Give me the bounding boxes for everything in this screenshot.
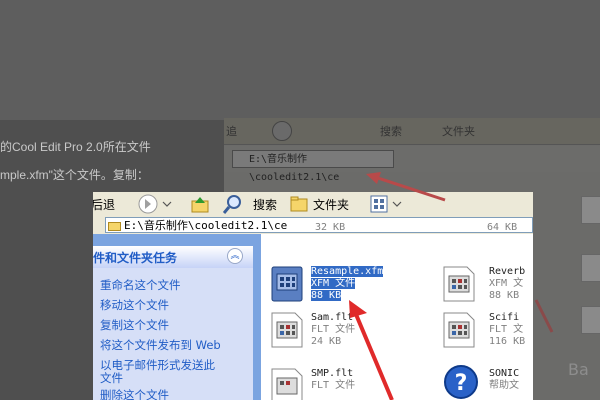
task-rename[interactable]: 重命名这个文件 — [100, 279, 181, 292]
xfm-file-icon — [271, 266, 303, 302]
background-forward-icon — [272, 121, 292, 141]
file-type: 帮助文 — [489, 380, 519, 391]
flt-file-icon — [271, 312, 303, 348]
file-tasks-list: 重命名这个文件 移动这个文件 复制这个文件 将这个文件发布到 Web 以电子邮件… — [93, 268, 253, 400]
flt-file-icon — [443, 312, 475, 348]
file-list: 32 KB 64 KB Resample.xfm XFM 文件 88 KB Re… — [261, 222, 533, 400]
file-type: FLT 文件 — [311, 324, 356, 335]
up-folder-icon[interactable] — [189, 193, 211, 215]
task-email-cont[interactable]: 文件 — [100, 372, 123, 385]
background-text-line: mple.xfm"这个文件。复制： — [0, 168, 149, 182]
file-tasks-header[interactable]: 件和文件夹任务 ︽ — [93, 246, 253, 268]
background-text-line: 的Cool Edit Pro 2.0所在文件 — [0, 140, 151, 154]
background-search-label: 搜索 — [380, 125, 402, 138]
folders-icon — [290, 196, 308, 212]
file-name: Reverb — [489, 266, 526, 277]
folders-button[interactable]: 文件夹 — [313, 196, 349, 213]
file-tasks-title: 件和文件夹任务 — [93, 251, 178, 265]
address-bar: E:\音乐制作\cooledit2.1\ce — [93, 216, 533, 234]
background-file-icon — [581, 196, 600, 224]
file-size: 88 KB — [489, 290, 520, 301]
xfm-file-icon — [443, 266, 475, 302]
forward-button[interactable] — [137, 193, 177, 215]
back-button[interactable]: 后退 — [93, 196, 115, 213]
explorer-window: 后退 搜索 文件夹 E:\音乐制作\cooledit2.1\ce 件和文件夹任务… — [93, 192, 533, 400]
file-size: 24 KB — [311, 336, 342, 347]
toolbar: 后退 搜索 文件夹 — [93, 192, 533, 217]
file-type: XFM 文 — [489, 278, 524, 289]
background-address-box: E:\音乐制作\cooledit2.1\ce — [232, 150, 394, 183]
background-file-icon — [581, 306, 600, 334]
file-name: Resample.xfm — [311, 266, 384, 277]
file-name: SMP.flt — [311, 368, 354, 379]
svg-text:?: ? — [455, 371, 468, 396]
background-back-label: 追 — [226, 125, 237, 138]
search-button[interactable]: 搜索 — [253, 196, 277, 213]
task-delete[interactable]: 删除这个文件 — [100, 389, 169, 400]
file-size: 116 KB — [489, 336, 526, 347]
file-name: Scifi — [489, 312, 520, 323]
folder-icon — [108, 222, 121, 231]
file-name: SONIC — [489, 368, 520, 379]
collapse-icon[interactable]: ︽ — [227, 248, 243, 264]
help-icon: ? — [444, 365, 478, 399]
file-type: XFM 文件 — [311, 278, 356, 289]
flt-file-icon — [271, 368, 303, 400]
views-button[interactable] — [369, 194, 405, 214]
background-watermark: Ba — [568, 360, 589, 379]
task-move[interactable]: 移动这个文件 — [100, 299, 169, 312]
task-publish-web[interactable]: 将这个文件发布到 Web — [100, 339, 221, 352]
background-file-icon — [581, 254, 600, 282]
search-icon — [223, 195, 241, 214]
task-copy[interactable]: 复制这个文件 — [100, 319, 169, 332]
background-folders-label: 文件夹 — [442, 125, 475, 138]
file-size: 88 KB — [311, 290, 342, 301]
address-path: E:\音乐制作\cooledit2.1\ce — [124, 219, 288, 232]
file-type: FLT 文 — [489, 324, 524, 335]
task-pane: 件和文件夹任务 ︽ 重命名这个文件 移动这个文件 复制这个文件 将这个文件发布到… — [93, 234, 261, 400]
file-name: Sam.flt — [311, 312, 354, 323]
file-type: FLT 文件 — [311, 380, 356, 391]
